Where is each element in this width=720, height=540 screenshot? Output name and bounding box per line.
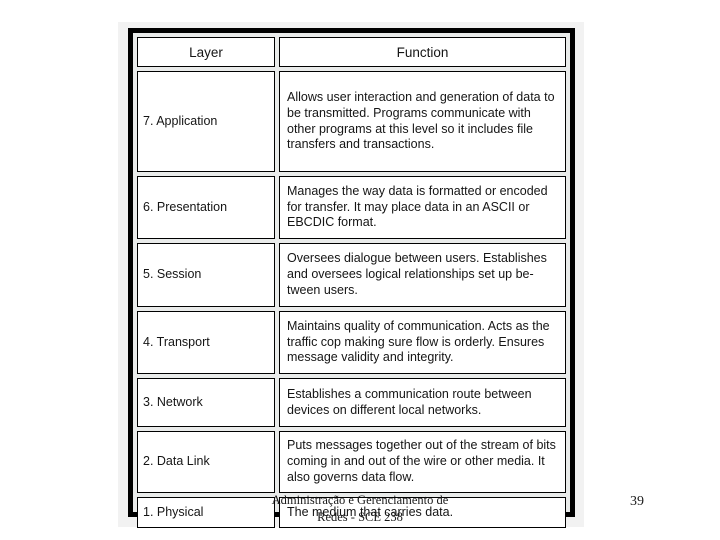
function-text: Puts messages together out of the stream… (287, 438, 556, 484)
layer-function-cell-session: Oversees dialogue between users. Establi… (279, 243, 566, 307)
layer-function-cell-network: Establishes a communication route betwee… (279, 378, 566, 427)
column-header-layer: Layer (137, 37, 275, 67)
column-header-function: Function (279, 37, 566, 67)
footer-line-1: Administração e Gerenciamento de (271, 493, 449, 507)
osi-layers-table: Layer Function 7. Application Allows use… (137, 37, 566, 528)
layer-function-cell-datalink: Puts messages together out of the stream… (279, 431, 566, 493)
layer-label: 5. Session (143, 267, 202, 282)
column-header-function-label: Function (396, 44, 449, 60)
footer-line-2: Redes - SCE 238 (317, 509, 403, 524)
table-header-row: Layer Function (137, 37, 566, 67)
function-text: Manages the way data is formatted or enc… (287, 183, 548, 230)
table-row: 2. Data Link Puts messages together out … (137, 431, 566, 493)
function-text: Establishes a communication route betwee… (287, 386, 532, 417)
image-black-frame: Layer Function 7. Application Allows use… (128, 28, 575, 528)
function-text: Allows user interaction and generation o… (287, 90, 555, 152)
layer-name-cell-session: 5. Session (137, 243, 275, 307)
table-row: 3. Network Establishes a communication r… (137, 378, 566, 427)
table-row: 6. Presentation Manages the way data is … (137, 176, 566, 239)
layer-name-cell-presentation: 6. Presentation (137, 176, 275, 239)
slide-number: 39 (630, 494, 644, 509)
function-text: Maintains quality of communication. Acts… (287, 318, 550, 365)
table-row: 5. Session Oversees dialogue between use… (137, 243, 566, 307)
layer-label: 2. Data Link (143, 454, 210, 469)
osi-model-table-image: Layer Function 7. Application Allows use… (118, 22, 584, 528)
layer-label: 3. Network (143, 394, 203, 409)
layer-name-cell-transport: 4. Transport (137, 311, 275, 374)
layer-name-cell-datalink: 2. Data Link (137, 431, 275, 493)
layer-name-cell-network: 3. Network (137, 378, 275, 427)
layer-function-cell-application: Allows user interaction and generation o… (279, 71, 566, 172)
layer-label: 7. Application (143, 113, 218, 128)
table-row: 4. Transport Maintains quality of commun… (137, 311, 566, 374)
layer-label: 4. Transport (143, 334, 210, 349)
table-row: 7. Application Allows user interaction a… (137, 71, 566, 172)
column-header-layer-label: Layer (189, 44, 223, 60)
layer-function-cell-transport: Maintains quality of communication. Acts… (279, 311, 566, 374)
layer-name-cell-application: 7. Application (137, 71, 275, 172)
slide-footer: Administração e Gerenciamento de Redes -… (0, 492, 720, 526)
image-inner-panel: Layer Function 7. Application Allows use… (133, 33, 570, 528)
layer-function-cell-presentation: Manages the way data is formatted or enc… (279, 176, 566, 239)
function-text: Oversees dialogue between users. Establi… (287, 251, 547, 297)
layer-label: 6. Presentation (143, 199, 228, 214)
